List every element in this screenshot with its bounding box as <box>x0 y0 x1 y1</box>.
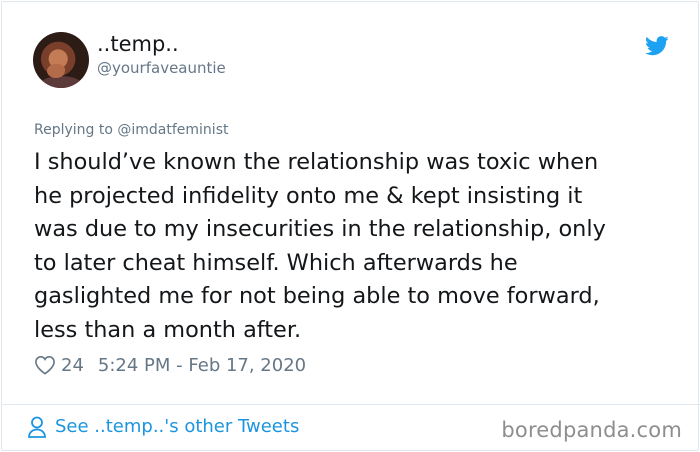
user-handle[interactable]: @yourfaveauntie <box>97 61 226 76</box>
twitter-bird-icon[interactable] <box>645 36 669 56</box>
tweet-text: I should’ve known the relationship was t… <box>34 149 606 343</box>
divider <box>2 404 700 405</box>
heart-icon[interactable] <box>34 355 56 375</box>
person-icon <box>28 416 46 438</box>
tweet-card: ..temp.. @yourfaveauntie Replying to @im… <box>1 1 700 451</box>
avatar[interactable] <box>33 32 89 88</box>
replying-to[interactable]: Replying to @imdatfeminist <box>34 123 228 137</box>
avatar-shirt <box>39 76 83 88</box>
tweet-meta: 24 5:24 PM - Feb 17, 2020 <box>34 353 306 377</box>
display-name[interactable]: ..temp.. <box>97 34 179 55</box>
watermark: boredpanda.com <box>501 418 682 442</box>
like-count: 24 <box>61 354 84 376</box>
timestamp[interactable]: 5:24 PM - Feb 17, 2020 <box>98 355 306 376</box>
see-other-tweets-link[interactable]: See ..temp..'s other Tweets <box>27 416 299 438</box>
avatar-hand <box>47 64 65 78</box>
see-other-tweets-label: See ..temp..'s other Tweets <box>55 416 300 437</box>
